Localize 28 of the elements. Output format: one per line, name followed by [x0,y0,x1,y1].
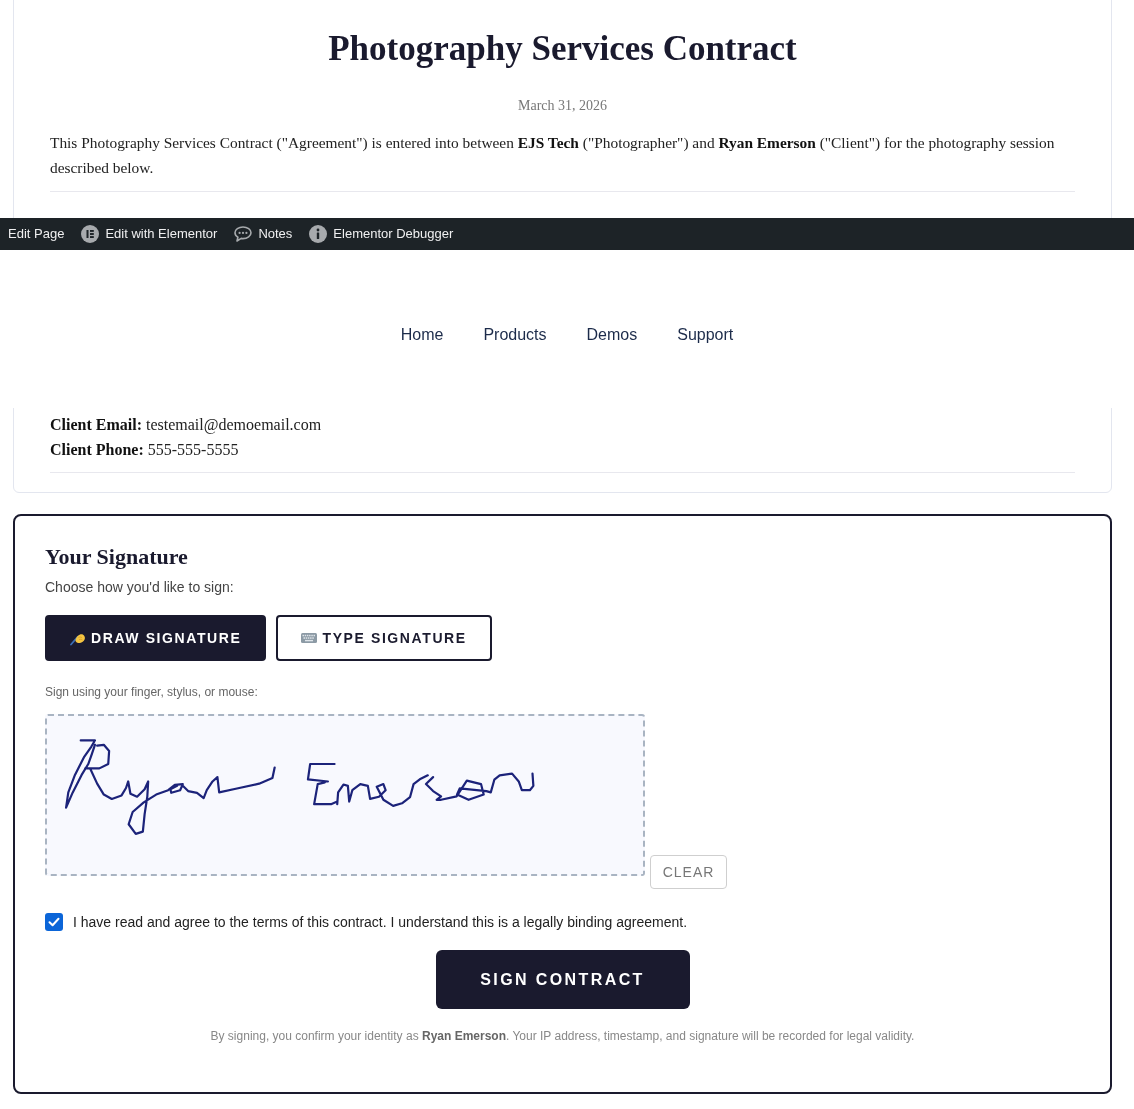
admin-toolbar-link[interactable]: Edit with Elementor [81,225,218,243]
signature-hint: Sign using your finger, stylus, or mouse: [45,684,259,700]
info-icon [309,225,328,243]
sign-contract-button[interactable]: SIGN CONTRACT [435,950,690,1009]
keyboard-icon [301,633,318,643]
clear-button[interactable]: CLEAR [650,855,727,889]
nav-link[interactable]: Products [483,325,547,345]
admin-toolbar-link[interactable]: Edit Page [8,225,65,243]
client-detail-line: Client Email: testemail@demoemail.com [50,415,323,436]
nav-link[interactable]: Support [677,325,734,345]
client-detail-line: Client Phone: 555-555-5555 [50,440,240,460]
logo-icon [81,225,100,243]
agreement-label: I have read and agree to the terms of this contract. I understand this is a legally binding agreement. [73,913,688,931]
draw-signature-button[interactable]: DRAW SIGNATURE [45,615,267,661]
admin-toolbar-link[interactable]: Notes [234,225,293,243]
type-signature-button[interactable]: TYPE SIGNATURE [276,615,492,661]
intro-paragraph: This Photography Services Contract ("Agreement") is entered into between EJS Tech ("Photographer") and Ryan Emerson ("Client") for the photography session described below. [50,133,1056,178]
nav-link[interactable]: Home [400,325,444,345]
nav-link[interactable]: Demos [586,325,638,345]
legal-note: By signing, you confirm your identity as Ryan Emerson. Your IP address, timestamp, and signature will be recorded for legal validity. [209,1028,916,1044]
speech-bubble-icon [234,226,253,242]
contract-date: March 31, 2026 [516,97,608,115]
admin-toolbar-link[interactable]: Elementor Debugger [309,225,454,243]
signature-prompt: Choose how you'd like to sign: [45,578,235,596]
agree-checkbox[interactable] [45,913,63,931]
signature-pad[interactable] [45,714,645,876]
contract-title: Photography Services Contract [327,29,798,69]
signature-heading: Your Signature [45,545,189,569]
